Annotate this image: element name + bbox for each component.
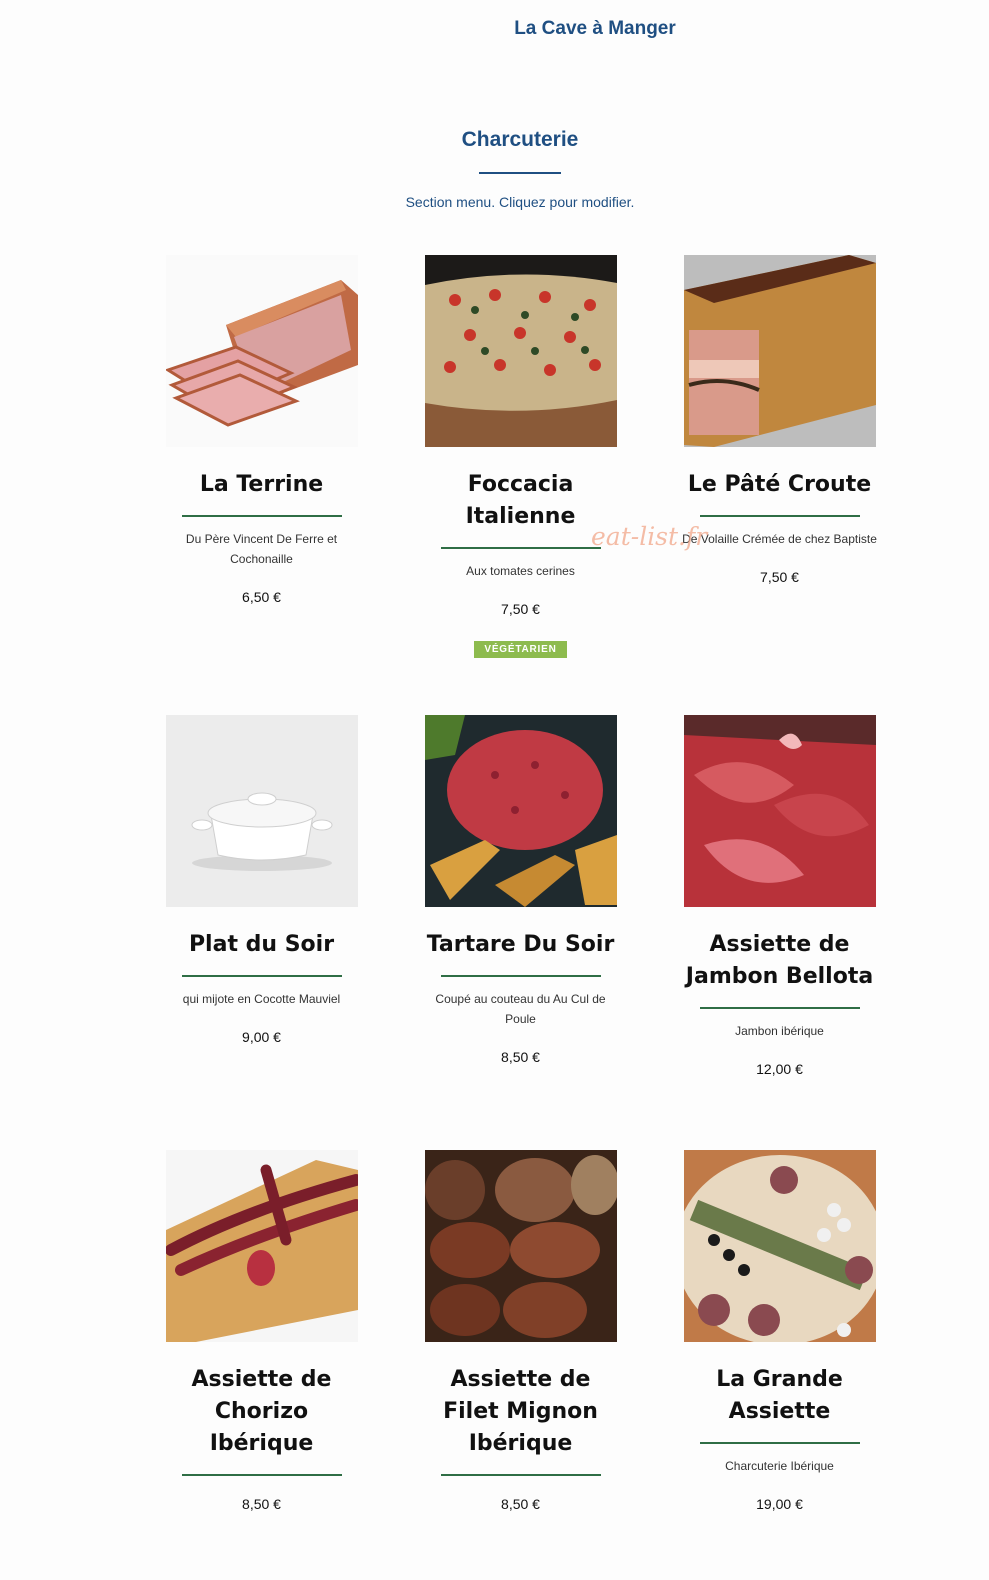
item-price: 8,50 € bbox=[501, 1049, 540, 1065]
menu-grid: La Terrine Du Père Vincent De Ferre et C… bbox=[132, 255, 909, 1580]
item-divider bbox=[699, 515, 860, 517]
section-description[interactable]: Section menu. Cliquez pour modifier. bbox=[0, 194, 989, 210]
item-description: De Volaille Crémée de chez Baptiste bbox=[682, 532, 877, 546]
restaurant-name[interactable]: La Cave à Manger bbox=[0, 18, 989, 40]
item-description: Charcuterie Ibérique bbox=[725, 1459, 834, 1473]
item-name: Assiette de Filet Mignon Ibérique bbox=[443, 1367, 598, 1456]
jambon-icon bbox=[683, 715, 876, 907]
menu-item[interactable]: Plat du Soir qui mijote en Cocotte Mauvi… bbox=[132, 715, 391, 1130]
chorizo-icon bbox=[165, 1150, 358, 1342]
watermark: eat-list.fr bbox=[591, 522, 708, 551]
item-price: 7,50 € bbox=[501, 601, 540, 617]
item-divider bbox=[440, 1474, 601, 1476]
item-divider bbox=[181, 1474, 342, 1476]
item-description: Du Père Vincent De Ferre et Cochonaille bbox=[185, 532, 338, 566]
item-price: 8,50 € bbox=[501, 1496, 540, 1512]
vegetarian-badge: VÉGÉTARIEN bbox=[474, 641, 567, 658]
menu-item[interactable]: Assiette de Jambon Bellota Jambon ibériq… bbox=[650, 715, 909, 1130]
item-name: Assiette de Jambon Bellota bbox=[685, 932, 874, 989]
item-price: 19,00 € bbox=[756, 1496, 803, 1512]
item-description: Aux tomates cerines bbox=[466, 564, 575, 578]
filet-mignon-icon bbox=[424, 1150, 617, 1342]
menu-item[interactable]: La Grande Assiette Charcuterie Ibérique … bbox=[650, 1150, 909, 1580]
sliced-ham-icon bbox=[165, 255, 358, 447]
item-price: 9,00 € bbox=[242, 1029, 281, 1045]
menu-item[interactable]: Le Pâté Croute De Volaille Crémée de che… bbox=[650, 255, 909, 695]
item-description: qui mijote en Cocotte Mauviel bbox=[182, 992, 341, 1006]
item-name: Assiette de Chorizo Ibérique bbox=[191, 1367, 332, 1456]
item-name: La Grande Assiette bbox=[716, 1367, 843, 1424]
item-divider bbox=[699, 1007, 860, 1009]
cocotte-icon bbox=[165, 715, 358, 907]
pate-croute-icon bbox=[683, 255, 876, 447]
section-title: Charcuterie bbox=[461, 128, 579, 151]
menu-item[interactable]: Foccacia Italienne Aux tomates cerines 7… bbox=[391, 255, 650, 695]
item-divider bbox=[440, 547, 601, 549]
item-name: Plat du Soir bbox=[188, 932, 335, 957]
section-divider bbox=[479, 172, 561, 174]
menu-item[interactable]: La Terrine Du Père Vincent De Ferre et C… bbox=[132, 255, 391, 695]
focaccia-icon bbox=[424, 255, 617, 447]
grande-assiette-icon bbox=[683, 1150, 876, 1342]
menu-item[interactable]: Assiette de Chorizo Ibérique 8,50 € bbox=[132, 1150, 391, 1580]
item-name: La Terrine bbox=[199, 472, 324, 497]
item-price: 12,00 € bbox=[756, 1061, 803, 1077]
menu-item[interactable]: Assiette de Filet Mignon Ibérique 8,50 € bbox=[391, 1150, 650, 1580]
item-price: 8,50 € bbox=[242, 1496, 281, 1512]
item-price: 7,50 € bbox=[760, 569, 799, 585]
menu-item[interactable]: Tartare Du Soir Coupé au couteau du Au C… bbox=[391, 715, 650, 1130]
item-divider bbox=[181, 515, 342, 517]
tartare-icon bbox=[424, 715, 617, 907]
item-divider bbox=[181, 975, 342, 977]
item-price: 6,50 € bbox=[242, 589, 281, 605]
item-description: Jambon ibérique bbox=[735, 1024, 824, 1038]
item-name: Tartare Du Soir bbox=[426, 932, 615, 957]
item-description: Coupé au couteau du Au Cul de Poule bbox=[435, 992, 606, 1026]
item-divider bbox=[699, 1442, 860, 1444]
item-name: Le Pâté Croute bbox=[687, 472, 872, 497]
item-divider bbox=[440, 975, 601, 977]
